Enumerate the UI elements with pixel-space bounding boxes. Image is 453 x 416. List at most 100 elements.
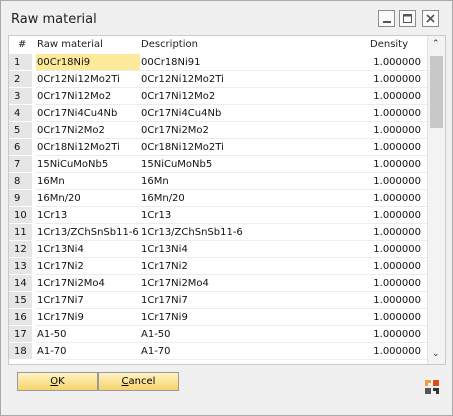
column-header-raw-material[interactable]: Raw material: [37, 39, 103, 50]
raw-material-cell[interactable]: 0Cr18Ni12Mo2Ti: [36, 139, 140, 156]
raw-material-cell[interactable]: 1Cr17Ni9: [36, 309, 140, 326]
raw-material-cell[interactable]: 1Cr17Ni2Mo4: [36, 275, 140, 292]
table-row[interactable]: 12 1Cr13Ni4 1Cr13Ni4 1.000000: [9, 241, 427, 258]
chevron-down-icon[interactable]: ⌄: [432, 349, 440, 359]
table-row[interactable]: 7 15NiCuMoNb5 15NiCuMoNb5 1.000000: [9, 156, 427, 173]
table-row[interactable]: 8 16Mn 16Mn 1.000000: [9, 173, 427, 190]
row-number[interactable]: 3: [9, 88, 32, 105]
density-cell[interactable]: 1.000000: [373, 258, 421, 275]
density-cell[interactable]: 1.000000: [373, 71, 421, 88]
density-cell[interactable]: 1.000000: [373, 343, 421, 360]
title-bar[interactable]: Raw material: [1, 1, 452, 36]
table-row[interactable]: 2 0Cr12Ni12Mo2Ti 0Cr12Ni12Mo2Ti 1.000000: [9, 71, 427, 88]
table-row[interactable]: 17 A1-50 A1-50 1.000000: [9, 326, 427, 343]
ok-button[interactable]: OK: [17, 372, 98, 391]
raw-material-cell[interactable]: 0Cr17Ni4Cu4Nb: [36, 105, 140, 122]
density-cell[interactable]: 1.000000: [373, 156, 421, 173]
density-cell[interactable]: 1.000000: [373, 224, 421, 241]
raw-material-cell[interactable]: 1Cr13: [36, 207, 140, 224]
density-cell[interactable]: 1.000000: [373, 309, 421, 326]
raw-material-cell[interactable]: 16Mn: [36, 173, 140, 190]
table-row[interactable]: 18 A1-70 A1-70 1.000000: [9, 343, 427, 360]
density-cell[interactable]: 1.000000: [373, 88, 421, 105]
table-row[interactable]: 1 00Cr18Ni9 00Cr18Ni91 1.000000: [9, 54, 427, 71]
close-button[interactable]: [422, 10, 439, 27]
description-cell[interactable]: 0Cr12Ni12Mo2Ti: [141, 71, 224, 88]
row-number[interactable]: 18: [9, 343, 32, 360]
density-cell[interactable]: 1.000000: [373, 275, 421, 292]
density-cell[interactable]: 1.000000: [373, 241, 421, 258]
raw-material-cell[interactable]: 1Cr13Ni4: [36, 241, 140, 258]
description-cell[interactable]: 1Cr17Ni2Mo4: [141, 275, 209, 292]
column-header-density[interactable]: Density: [370, 39, 408, 50]
table-row[interactable]: 6 0Cr18Ni12Mo2Ti 0Cr18Ni12Mo2Ti 1.000000: [9, 139, 427, 156]
description-cell[interactable]: A1-70: [141, 343, 171, 360]
scrollbar-thumb[interactable]: [430, 56, 443, 128]
table-row[interactable]: 9 16Mn/20 16Mn/20 1.000000: [9, 190, 427, 207]
description-cell[interactable]: 16Mn: [141, 173, 169, 190]
raw-material-cell[interactable]: 0Cr17Ni2Mo2: [36, 122, 140, 139]
description-cell[interactable]: 16Mn/20: [141, 190, 185, 207]
raw-material-cell[interactable]: 1Cr13/ZChSnSb11-6: [36, 224, 140, 241]
column-header-number[interactable]: #: [18, 39, 26, 50]
raw-material-cell[interactable]: 1Cr17Ni7: [36, 292, 140, 309]
description-cell[interactable]: A1-50: [141, 326, 171, 343]
raw-material-cell[interactable]: A1-50: [36, 326, 140, 343]
table-row[interactable]: 3 0Cr17Ni12Mo2 0Cr17Ni12Mo2 1.000000: [9, 88, 427, 105]
cancel-button[interactable]: Cancel: [98, 372, 179, 391]
raw-material-cell[interactable]: 00Cr18Ni9: [36, 54, 140, 71]
raw-material-cell[interactable]: 16Mn/20: [36, 190, 140, 207]
description-cell[interactable]: 00Cr18Ni91: [141, 54, 201, 71]
description-cell[interactable]: 1Cr17Ni9: [141, 309, 188, 326]
table-row[interactable]: 14 1Cr17Ni2Mo4 1Cr17Ni2Mo4 1.000000: [9, 275, 427, 292]
density-cell[interactable]: 1.000000: [373, 292, 421, 309]
column-header-description[interactable]: Description: [141, 39, 198, 50]
density-cell[interactable]: 1.000000: [373, 326, 421, 343]
row-number[interactable]: 7: [9, 156, 32, 173]
description-cell[interactable]: 1Cr13Ni4: [141, 241, 188, 258]
vertical-scrollbar[interactable]: ⌃ ⌄: [427, 36, 445, 364]
raw-material-cell[interactable]: 1Cr17Ni2: [36, 258, 140, 275]
row-number[interactable]: 2: [9, 71, 32, 88]
density-cell[interactable]: 1.000000: [373, 139, 421, 156]
minimize-button[interactable]: [378, 10, 395, 27]
raw-material-cell[interactable]: 0Cr12Ni12Mo2Ti: [36, 71, 140, 88]
density-cell[interactable]: 1.000000: [373, 207, 421, 224]
row-number[interactable]: 13: [9, 258, 32, 275]
row-number[interactable]: 14: [9, 275, 32, 292]
description-cell[interactable]: 0Cr17Ni4Cu4Nb: [141, 105, 221, 122]
raw-material-cell[interactable]: 15NiCuMoNb5: [36, 156, 140, 173]
description-cell[interactable]: 1Cr13: [141, 207, 171, 224]
density-cell[interactable]: 1.000000: [373, 54, 421, 71]
description-cell[interactable]: 0Cr17Ni2Mo2: [141, 122, 209, 139]
density-cell[interactable]: 1.000000: [373, 173, 421, 190]
density-cell[interactable]: 1.000000: [373, 122, 421, 139]
description-cell[interactable]: 1Cr17Ni2: [141, 258, 188, 275]
row-number[interactable]: 12: [9, 241, 32, 258]
row-number[interactable]: 11: [9, 224, 32, 241]
chevron-up-icon[interactable]: ⌃: [432, 39, 440, 49]
row-number[interactable]: 6: [9, 139, 32, 156]
description-cell[interactable]: 15NiCuMoNb5: [141, 156, 212, 173]
row-number[interactable]: 10: [9, 207, 32, 224]
description-cell[interactable]: 0Cr18Ni12Mo2Ti: [141, 139, 224, 156]
table-row[interactable]: 5 0Cr17Ni2Mo2 0Cr17Ni2Mo2 1.000000: [9, 122, 427, 139]
raw-material-cell[interactable]: A1-70: [36, 343, 140, 360]
row-number[interactable]: 5: [9, 122, 32, 139]
description-cell[interactable]: 1Cr13/ZChSnSb11-6: [141, 224, 243, 241]
description-cell[interactable]: 0Cr17Ni12Mo2: [141, 88, 215, 105]
density-cell[interactable]: 1.000000: [373, 105, 421, 122]
row-number[interactable]: 15: [9, 292, 32, 309]
table-row[interactable]: 10 1Cr13 1Cr13 1.000000: [9, 207, 427, 224]
table-row[interactable]: 13 1Cr17Ni2 1Cr17Ni2 1.000000: [9, 258, 427, 275]
table-row[interactable]: 15 1Cr17Ni7 1Cr17Ni7 1.000000: [9, 292, 427, 309]
row-number[interactable]: 16: [9, 309, 32, 326]
description-cell[interactable]: 1Cr17Ni7: [141, 292, 188, 309]
maximize-button[interactable]: [399, 10, 416, 27]
row-number[interactable]: 17: [9, 326, 32, 343]
table-row[interactable]: 4 0Cr17Ni4Cu4Nb 0Cr17Ni4Cu4Nb 1.000000: [9, 105, 427, 122]
row-number[interactable]: 4: [9, 105, 32, 122]
row-number[interactable]: 1: [9, 54, 32, 71]
table-row[interactable]: 11 1Cr13/ZChSnSb11-6 1Cr13/ZChSnSb11-6 1.00…: [9, 224, 427, 241]
raw-material-cell[interactable]: 0Cr17Ni12Mo2: [36, 88, 140, 105]
